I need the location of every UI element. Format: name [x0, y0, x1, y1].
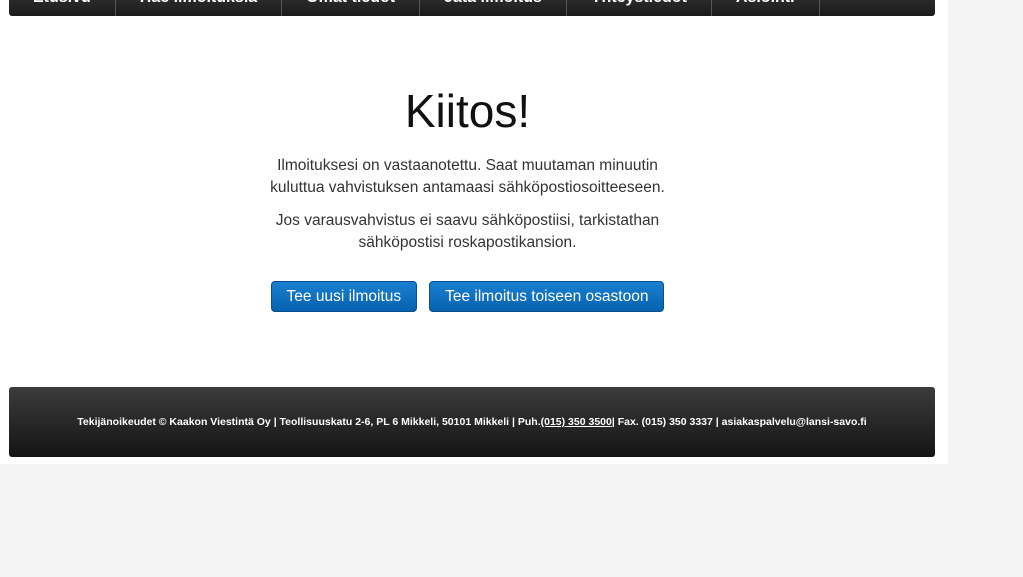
other-section-ad-button[interactable]: Tee ilmoitus toiseen osastoon — [429, 281, 665, 312]
confirmation-message: Ilmoituksesi on vastaanotettu. Saat muut… — [0, 155, 935, 198]
main-navbar: Etusivu Hae ilmoituksia Omat tiedot Jätä… — [9, 0, 935, 16]
nav-item-service[interactable]: Asiointi — [712, 0, 820, 16]
confirmation-line-2: kuluttua vahvistuksen antamaasi sähköpos… — [270, 178, 665, 196]
nav-item-home[interactable]: Etusivu — [9, 0, 116, 16]
footer-phone-link[interactable]: (015) 350 3500 — [541, 416, 612, 428]
spam-notice-line-1: Jos varausvahvistus ei saavu sähköpostii… — [275, 212, 660, 229]
nav-item-contact[interactable]: Yhteystiedot — [567, 0, 712, 16]
nav-item-my-info[interactable]: Omat tiedot — [282, 0, 421, 16]
footer: Tekijänoikeudet © Kaakon Viestintä Oy | … — [9, 387, 935, 457]
nav-item-submit-ad[interactable]: Jätä ilmoitus — [420, 0, 567, 16]
nav-item-search[interactable]: Hae ilmoituksia — [116, 0, 283, 16]
footer-text-before: Tekijänoikeudet © Kaakon Viestintä Oy | … — [77, 416, 541, 428]
spam-notice: Jos varausvahvistus ei saavu sähköpostii… — [0, 210, 935, 253]
page: Etusivu Hae ilmoituksia Omat tiedot Jätä… — [0, 0, 948, 464]
spam-notice-line-2: sähköpostisi roskapostikansion. — [358, 233, 577, 251]
new-ad-button[interactable]: Tee uusi ilmoitus — [270, 281, 418, 312]
page-title: Kiitos! — [404, 85, 531, 137]
action-buttons: Tee uusi ilmoitus Tee ilmoitus toiseen o… — [0, 281, 935, 312]
confirmation-line-1: Ilmoituksesi on vastaanotettu. Saat muut… — [277, 157, 658, 174]
footer-text-after: | Fax. (015) 350 3337 | asiakaspalvelu@l… — [611, 416, 867, 428]
